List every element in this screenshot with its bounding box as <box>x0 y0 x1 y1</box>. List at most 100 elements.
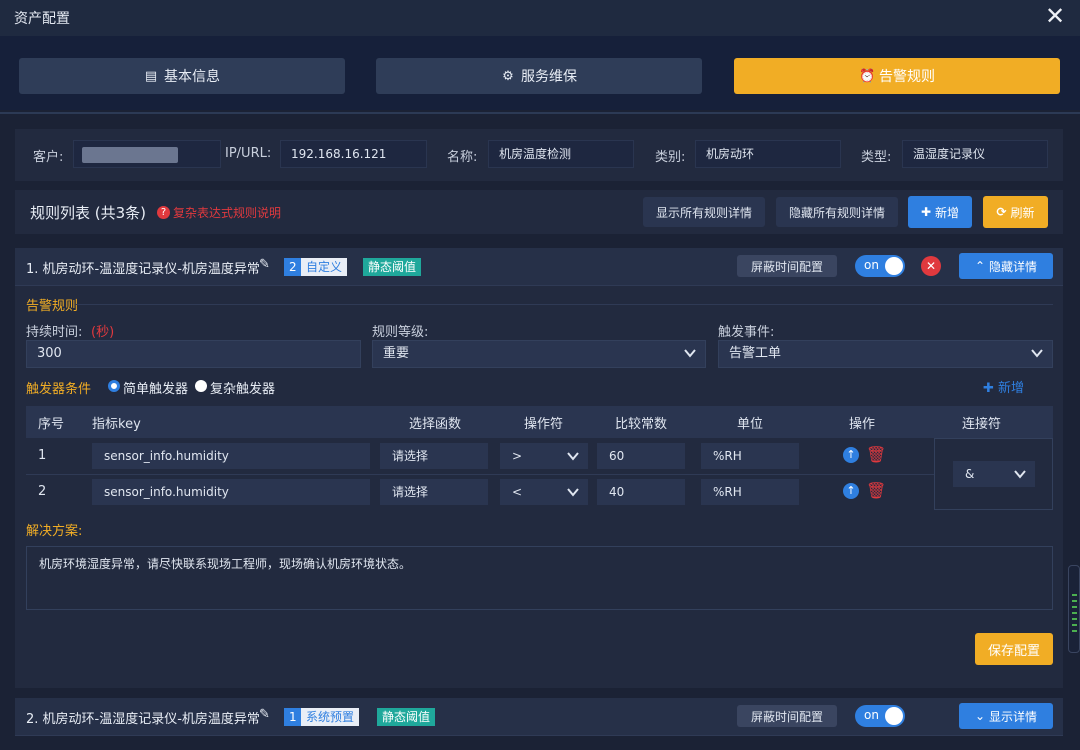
rule-level-select[interactable]: 重要 <box>372 340 706 368</box>
add-rule-label: 新增 <box>935 205 960 220</box>
close-icon[interactable]: ✕ <box>1042 3 1068 29</box>
rule-2-count-badge: 1 <box>284 708 302 726</box>
complex-trigger-label: 复杂触发器 <box>210 382 276 397</box>
name-label: 名称: <box>447 150 478 165</box>
mask-time-config-button[interactable]: 屏蔽时间配置 <box>737 705 837 727</box>
customer-label: 客户: <box>33 150 64 165</box>
toggle-label: on <box>864 258 879 272</box>
rule-1-count-badge: 2 <box>284 258 302 276</box>
toggle-knob <box>885 707 903 725</box>
help-icon: ? <box>157 206 170 219</box>
row-index: 1 <box>38 448 47 463</box>
redacted-customer <box>82 147 178 163</box>
hide-all-rules-button[interactable]: 隐藏所有规则详情 <box>776 197 898 227</box>
rule-1-header: 1. 机房动环-温湿度记录仪-机房温度异常 ✎ 2 自定义 静态阈值 屏蔽时间配… <box>15 248 1063 286</box>
solution-textarea[interactable]: 机房环境湿度异常，请尽快联系现场工程师，现场确认机房环境状态。 <box>26 546 1053 610</box>
add-condition-button[interactable]: ✚ 新增 <box>983 377 1024 396</box>
refresh-icon: ⟳ <box>996 205 1007 219</box>
col-key: 指标key <box>92 417 141 432</box>
grip-line <box>1072 594 1077 596</box>
grip-line <box>1072 624 1077 626</box>
grip-line <box>1072 606 1077 608</box>
operator-value: > <box>512 449 523 463</box>
complex-trigger-radio[interactable] <box>195 380 207 392</box>
hide-details-button[interactable]: ⌃ 隐藏详情 <box>959 253 1053 279</box>
tab-service-maintenance[interactable]: ⚙ 服务维保 <box>376 58 702 94</box>
section-divider <box>75 304 1053 305</box>
move-up-icon[interactable]: ↑ <box>843 483 859 499</box>
trigger-event-value: 告警工单 <box>729 346 782 361</box>
rule-card-2-header: 2. 机房动环-温湿度记录仪-机房温度异常 ✎ 1 系统预置 静态阈值 屏蔽时间… <box>15 698 1063 736</box>
show-details-label: 显示详情 <box>989 709 1038 724</box>
trigger-condition-title: 触发器条件 <box>26 382 92 397</box>
grip-line <box>1072 618 1077 620</box>
row-index: 2 <box>38 484 47 499</box>
plus-icon: ✚ <box>920 205 932 219</box>
mask-time-config-button[interactable]: 屏蔽时间配置 <box>737 255 837 277</box>
toggle-knob <box>885 257 903 275</box>
function-select[interactable]: 请选择 <box>380 479 488 505</box>
chevron-down-icon <box>1031 349 1043 358</box>
grip-line <box>1072 600 1077 602</box>
chevron-down-icon <box>684 349 696 358</box>
move-up-icon[interactable]: ↑ <box>843 447 859 463</box>
show-all-rules-button[interactable]: 显示所有规则详情 <box>643 197 765 227</box>
metric-key-input[interactable]: sensor_info.humidity <box>92 479 370 505</box>
unit-field: %RH <box>701 443 799 469</box>
constant-input[interactable]: 60 <box>597 443 685 469</box>
operator-value: < <box>512 485 523 499</box>
alarm-rule-section-title: 告警规则 <box>26 299 79 314</box>
unit-field: %RH <box>701 479 799 505</box>
table-row: 1 sensor_info.humidity 请选择 > 60 %RH ↑ 🗑 <box>26 438 934 474</box>
col-function: 选择函数 <box>409 417 462 432</box>
grip-line <box>1072 630 1077 632</box>
constant-input[interactable]: 40 <box>597 479 685 505</box>
rule-level-value: 重要 <box>383 346 410 361</box>
help-link[interactable]: 复杂表达式规则说明 <box>173 204 281 221</box>
edit-icon[interactable]: ✎ <box>259 257 270 272</box>
scrollbar-handle[interactable] <box>1068 565 1080 653</box>
refresh-button[interactable]: ⟳ 刷新 <box>983 196 1048 228</box>
solution-label: 解决方案: <box>26 524 83 539</box>
customer-field <box>73 140 221 168</box>
trigger-event-select[interactable]: 告警工单 <box>718 340 1053 368</box>
function-select[interactable]: 请选择 <box>380 443 488 469</box>
edit-icon[interactable]: ✎ <box>259 707 270 722</box>
operator-select[interactable]: > <box>500 443 588 469</box>
col-operator: 操作符 <box>524 417 564 432</box>
delete-rule-icon[interactable]: ✕ <box>921 256 941 276</box>
operator-select[interactable]: < <box>500 479 588 505</box>
simple-trigger-radio[interactable] <box>108 380 120 392</box>
rule-1-type-badge: 自定义 <box>301 258 348 276</box>
save-config-button[interactable]: 保存配置 <box>975 633 1053 665</box>
show-details-button[interactable]: ⌄ 显示详情 <box>959 703 1053 729</box>
simple-trigger-label: 简单触发器 <box>123 382 189 397</box>
trash-icon[interactable]: 🗑 <box>866 445 886 464</box>
window-title: 资产配置 <box>14 11 70 27</box>
tab-basic-info[interactable]: ▤ 基本信息 <box>19 58 345 94</box>
rule-1-toggle[interactable]: on <box>855 255 905 277</box>
tab-label: 服务维保 <box>521 69 577 85</box>
gear-icon: ⚙ <box>502 68 514 84</box>
plus-icon: ✚ <box>983 381 994 396</box>
connector-cell: & <box>934 438 1053 510</box>
tab-label: 告警规则 <box>879 69 935 85</box>
toggle-label: on <box>864 708 879 722</box>
col-unit: 单位 <box>737 417 764 432</box>
rule-list-title: 规则列表 (共3条) <box>30 204 147 222</box>
col-connector: 连接符 <box>962 417 1002 432</box>
trash-icon[interactable]: 🗑 <box>866 481 886 500</box>
add-rule-button[interactable]: ✚ 新增 <box>908 196 972 228</box>
category-label: 类别: <box>655 150 686 165</box>
rule-2-toggle[interactable]: on <box>855 705 905 727</box>
asset-info-bar: 客户: IP/URL: 192.168.16.121 名称: 机房温度检测 类别… <box>15 129 1063 181</box>
category-field: 机房动环 <box>695 140 841 168</box>
table-row: 2 sensor_info.humidity 请选择 < 40 %RH ↑ 🗑 <box>26 474 934 510</box>
tab-label: 基本信息 <box>164 69 220 85</box>
connector-select[interactable]: & <box>953 461 1035 487</box>
duration-input[interactable]: 300 <box>26 340 361 368</box>
rule-card-1: 1. 机房动环-温湿度记录仪-机房温度异常 ✎ 2 自定义 静态阈值 屏蔽时间配… <box>15 248 1063 688</box>
tab-alarm-rules[interactable]: ⏰ 告警规则 <box>734 58 1060 94</box>
metric-key-input[interactable]: sensor_info.humidity <box>92 443 370 469</box>
tab-bar: ▤ 基本信息 ⚙ 服务维保 ⏰ 告警规则 <box>0 36 1080 110</box>
